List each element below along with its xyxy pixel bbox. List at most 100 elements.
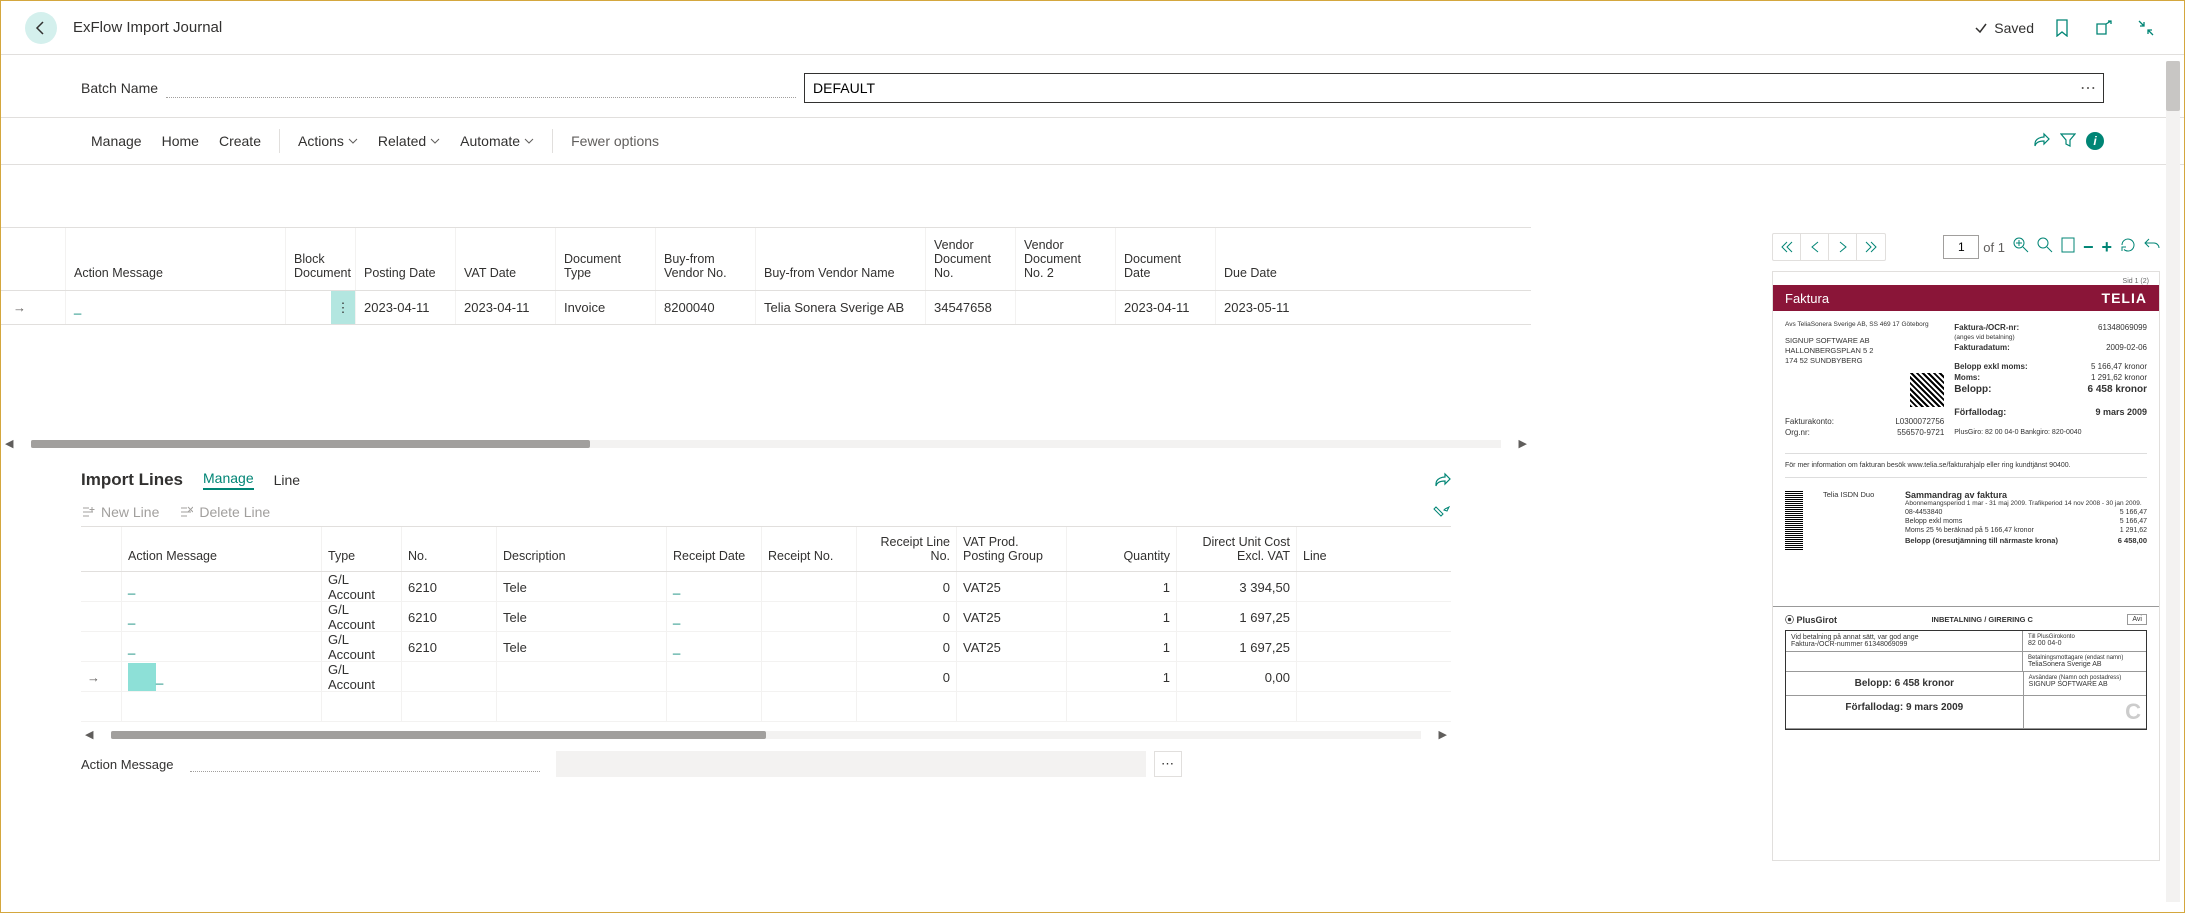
lcell-line[interactable] — [1296, 632, 1346, 662]
lcell-receipt-date[interactable]: _ — [666, 632, 761, 662]
grid-hscrollbar[interactable]: ◀ ▶ — [1, 435, 1531, 452]
col-vat-date[interactable]: VAT Date — [455, 228, 555, 290]
lcell-type[interactable]: G/L Account — [321, 602, 401, 632]
pdf-first-page-icon[interactable] — [1773, 234, 1801, 260]
lcell-cost[interactable]: 1 697,25 — [1176, 602, 1296, 632]
pdf-prev-page-icon[interactable] — [1801, 234, 1829, 260]
row-selector[interactable]: → — [81, 662, 121, 692]
cell-buy-from-vendor-no[interactable]: 8200040 — [655, 291, 755, 324]
col-block-document[interactable]: Block Document — [285, 228, 355, 290]
lcell-quantity[interactable]: 1 — [1066, 572, 1176, 602]
cell-block-document[interactable]: ⋮ — [285, 291, 355, 324]
lcell-action-message[interactable]: _ — [121, 572, 321, 602]
lcell-receipt-no[interactable] — [761, 572, 856, 602]
lcell-no[interactable] — [401, 662, 496, 692]
lcell-vat-group[interactable]: VAT25 — [956, 602, 1066, 632]
cell-posting-date[interactable]: 2023-04-11 — [355, 291, 455, 324]
col-vendor-document-no[interactable]: Vendor Document No. — [925, 228, 1015, 290]
filter-icon[interactable] — [2060, 132, 2076, 150]
info-icon[interactable]: i — [2086, 132, 2104, 150]
lines-row[interactable]: _G/L Account6210Tele_0VAT2513 394,50 — [81, 572, 1451, 602]
zoom-actual-icon[interactable] — [2037, 237, 2053, 258]
fit-page-icon[interactable] — [2061, 237, 2075, 258]
row-selector[interactable] — [81, 602, 121, 632]
zoom-in-icon[interactable]: + — [2101, 237, 2112, 258]
lcell-action-message[interactable]: _ — [121, 662, 321, 692]
col-posting-date[interactable]: Posting Date — [355, 228, 455, 290]
lcol-receipt-line-no[interactable]: Receipt Line No. — [856, 527, 956, 571]
lcell-description[interactable]: Tele — [496, 602, 666, 632]
zoom-out-icon[interactable]: − — [2083, 237, 2094, 258]
footer-more-icon[interactable]: ⋯ — [1154, 751, 1182, 777]
scroll-right-icon[interactable]: ▶ — [1515, 437, 1531, 450]
cell-document-type[interactable]: Invoice — [555, 291, 655, 324]
pdf-next-page-icon[interactable] — [1829, 234, 1857, 260]
lcol-action-message[interactable]: Action Message — [121, 527, 321, 571]
cell-vendor-document-no[interactable]: 34547658 — [925, 291, 1015, 324]
lcell-type[interactable]: G/L Account — [321, 632, 401, 662]
lcell-description[interactable]: Tele — [496, 632, 666, 662]
action-message-link[interactable]: _ — [128, 580, 135, 595]
scroll-right-icon[interactable]: ▶ — [1435, 728, 1451, 741]
pdf-page-input[interactable] — [1943, 235, 1979, 259]
lcol-vat-posting-group[interactable]: VAT Prod. Posting Group — [956, 527, 1066, 571]
lcell-line[interactable] — [1296, 572, 1346, 602]
lcol-description[interactable]: Description — [496, 527, 666, 571]
lcol-line[interactable]: Line — [1296, 527, 1346, 571]
zoom-fit-icon[interactable] — [2013, 237, 2029, 258]
lcell-line[interactable] — [1296, 662, 1346, 692]
col-document-date[interactable]: Document Date — [1115, 228, 1215, 290]
lcell-line[interactable] — [1296, 602, 1346, 632]
lines-hscrollbar[interactable]: ◀ ▶ — [81, 726, 1451, 743]
lines-share-icon[interactable] — [1433, 472, 1451, 488]
action-message-link[interactable]: _ — [156, 670, 163, 685]
lines-row[interactable]: _G/L Account6210Tele_0VAT2511 697,25 — [81, 602, 1451, 632]
row-selector[interactable] — [81, 632, 121, 662]
lcol-receipt-date[interactable]: Receipt Date — [666, 527, 761, 571]
lcell-cost[interactable]: 3 394,50 — [1176, 572, 1296, 602]
popout-icon[interactable] — [2090, 14, 2118, 42]
lcell-action-message[interactable]: _ — [121, 632, 321, 662]
col-vendor-document-no2[interactable]: Vendor Document No. 2 — [1015, 228, 1115, 290]
lcell-vat-group[interactable] — [956, 662, 1066, 692]
lcol-receipt-no[interactable]: Receipt No. — [761, 527, 856, 571]
lcell-description[interactable] — [496, 662, 666, 692]
lcell-receipt-line-no[interactable]: 0 — [856, 662, 956, 692]
row-menu-icon[interactable]: ⋮ — [331, 291, 355, 324]
lcell-type[interactable]: G/L Account — [321, 662, 401, 692]
lcell-receipt-no[interactable] — [761, 632, 856, 662]
lcell-no[interactable]: 6210 — [401, 572, 496, 602]
cell-due-date[interactable]: 2023-05-11 — [1215, 291, 1305, 324]
bookmark-icon[interactable] — [2048, 14, 2076, 42]
footer-action-message-input[interactable] — [556, 751, 1146, 777]
lcell-quantity[interactable]: 1 — [1066, 632, 1176, 662]
lcol-direct-unit-cost[interactable]: Direct Unit Cost Excl. VAT — [1176, 527, 1296, 571]
batch-name-input[interactable] — [804, 73, 2104, 103]
lcell-action-message[interactable]: _ — [121, 602, 321, 632]
toolbar-related[interactable]: Related — [368, 117, 450, 165]
col-action-message[interactable]: Action Message — [65, 228, 285, 290]
lcell-cost[interactable]: 0,00 — [1176, 662, 1296, 692]
lcell-receipt-date[interactable]: _ — [666, 572, 761, 602]
scroll-left-icon[interactable]: ◀ — [81, 728, 97, 741]
lcell-quantity[interactable]: 1 — [1066, 662, 1176, 692]
lcell-receipt-date[interactable] — [666, 662, 761, 692]
scroll-left-icon[interactable]: ◀ — [1, 437, 17, 450]
tab-manage[interactable]: Manage — [203, 470, 254, 490]
share-icon[interactable] — [2032, 132, 2050, 150]
vscroll-thumb[interactable] — [2166, 61, 2180, 111]
scroll-thumb[interactable] — [111, 731, 766, 739]
lcell-receipt-no[interactable] — [761, 662, 856, 692]
lcell-no[interactable]: 6210 — [401, 602, 496, 632]
lcol-quantity[interactable]: Quantity — [1066, 527, 1176, 571]
lcell-no[interactable]: 6210 — [401, 632, 496, 662]
lcell-type[interactable]: G/L Account — [321, 572, 401, 602]
undo-icon[interactable] — [2144, 237, 2160, 258]
scroll-thumb[interactable] — [31, 440, 589, 448]
toolbar-manage[interactable]: Manage — [81, 117, 152, 165]
page-vscrollbar[interactable] — [2166, 61, 2180, 902]
cell-document-date[interactable]: 2023-04-11 — [1115, 291, 1215, 324]
refresh-icon[interactable] — [2120, 237, 2136, 258]
cell-vendor-document-no2[interactable] — [1015, 291, 1115, 324]
toolbar-actions[interactable]: Actions — [288, 117, 368, 165]
